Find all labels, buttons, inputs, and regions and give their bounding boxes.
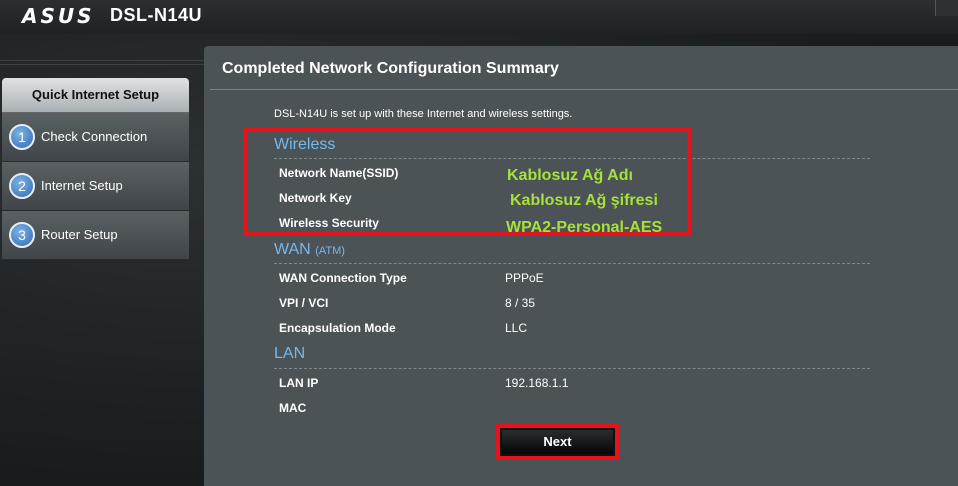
next-button[interactable]: Next [502, 430, 613, 454]
page-title: Completed Network Configuration Summary [222, 60, 559, 77]
sidebar-item-label: Router Setup [41, 227, 118, 242]
header-corner-box [935, 0, 958, 16]
intro-text: DSL-N14U is set up with these Internet a… [274, 108, 573, 120]
divider [210, 89, 932, 90]
section-title-wan-text: WAN [274, 241, 311, 258]
step-number-icon: 3 [9, 222, 35, 248]
summary-panel: Completed Network Configuration Summary … [204, 46, 958, 486]
sidebar-item-internet-setup[interactable]: 2 Internet Setup [2, 162, 189, 211]
next-button-highlight: Next [496, 424, 619, 460]
section-title-lan: LAN [274, 345, 306, 362]
wan-connection-type-value: PPPoE [505, 271, 544, 285]
divider [0, 60, 205, 61]
lan-ip-value: 192.168.1.1 [505, 376, 569, 390]
asus-logo: ASUS [22, 4, 95, 28]
wan-connection-type-label: WAN Connection Type [279, 271, 407, 285]
sidebar: Quick Internet Setup 1 Check Connection … [2, 78, 189, 260]
divider [274, 368, 870, 369]
model-name: DSL-N14U [110, 5, 203, 25]
top-header: ASUS DSL-N14U [0, 0, 958, 34]
encapsulation-mode-label: Encapsulation Mode [279, 321, 396, 335]
sidebar-item-label: Check Connection [41, 129, 148, 144]
lan-ip-label: LAN IP [279, 376, 319, 390]
section-subtitle-wan: (ATM) [315, 245, 345, 257]
section-title-wan: WAN (ATM) [274, 241, 345, 259]
divider [274, 263, 870, 264]
encapsulation-mode-value: LLC [505, 321, 528, 335]
sidebar-title: Quick Internet Setup [2, 78, 189, 113]
vpi-vci-value: 8 / 35 [505, 296, 536, 310]
highlight-box [243, 128, 691, 236]
mac-label: MAC [279, 401, 307, 415]
sidebar-item-check-connection[interactable]: 1 Check Connection [2, 113, 189, 162]
sidebar-item-router-setup[interactable]: 3 Router Setup [2, 211, 189, 260]
vpi-vci-label: VPI / VCI [279, 296, 329, 310]
divider [0, 64, 205, 65]
step-number-icon: 1 [9, 124, 35, 150]
sidebar-item-label: Internet Setup [41, 178, 123, 193]
step-number-icon: 2 [9, 173, 35, 199]
divider [932, 89, 958, 90]
